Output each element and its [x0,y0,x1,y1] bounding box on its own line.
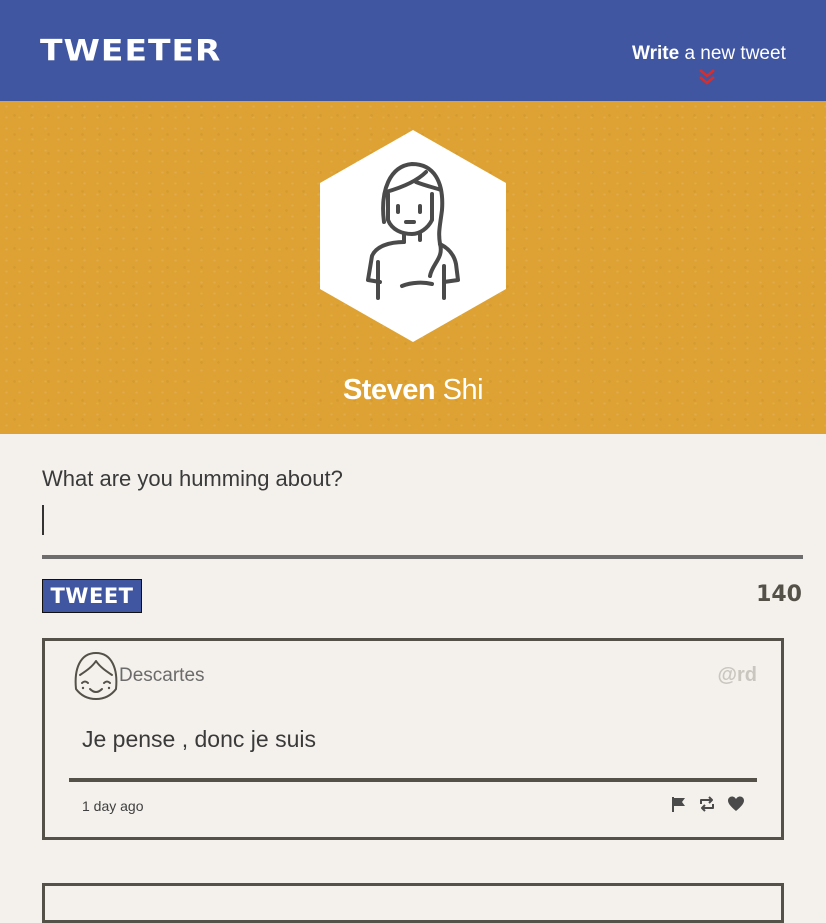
tweet-timestamp: 1 day ago [82,798,144,814]
retweet-icon[interactable] [698,795,716,813]
top-nav: TWEETER Write a new tweet [0,0,826,101]
character-counter: 140 [756,582,802,607]
tweet-author-name[interactable]: Descartes [119,665,205,687]
compose-link-rest: a new tweet [679,43,786,64]
smiling-girl-avatar-icon [74,652,118,700]
profile-avatar [320,130,506,342]
tweet-card [42,883,784,923]
tweet-card: Descartes @rd Je pense , donc je suis 1 … [42,638,784,840]
profile-name: Steven Shi [0,374,826,407]
compose-prompt: What are you humming about? [42,466,343,491]
compose-divider [42,555,803,559]
tweet-body: Je pense , donc je suis [82,726,316,752]
write-new-tweet-link[interactable]: Write a new tweet [632,43,786,65]
double-chevron-down-icon[interactable] [698,68,716,86]
tweet-author-handle[interactable]: @rd [717,664,757,687]
tweet-text-input[interactable] [42,505,802,535]
brand-logo[interactable]: TWEETER [40,33,221,67]
tweet-divider [69,778,757,782]
heart-icon[interactable] [727,795,745,813]
tweet-submit-button[interactable]: TWEET [42,579,142,613]
flag-icon[interactable] [670,795,688,813]
tweet-actions [670,795,750,813]
profile-last-name: Shi [435,374,484,406]
profile-first-name: Steven [342,374,436,406]
profile-banner: Steven Shi [0,101,826,434]
compose-link-bold: Write [632,43,680,64]
